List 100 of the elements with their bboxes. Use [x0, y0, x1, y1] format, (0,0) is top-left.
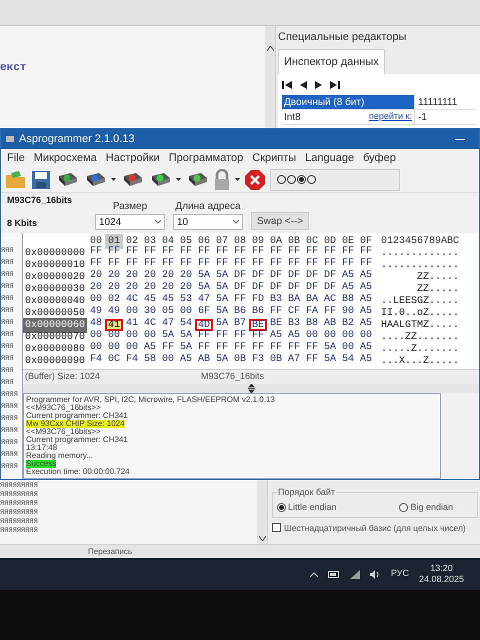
- byte-cell[interactable]: 5A: [195, 271, 213, 283]
- byte-cell[interactable]: FF: [249, 331, 267, 343]
- battery-icon[interactable]: [328, 570, 340, 578]
- byte-cell[interactable]: 20: [159, 283, 177, 295]
- byte-cell[interactable]: FF: [105, 259, 123, 271]
- byte-cell[interactable]: 00: [123, 343, 141, 355]
- byte-cell[interactable]: FF: [357, 247, 375, 259]
- swap-button[interactable]: Swap <-->: [251, 212, 310, 230]
- byte-cell[interactable]: FF: [213, 331, 231, 343]
- byte-cell[interactable]: 41: [105, 319, 123, 331]
- language-indicator[interactable]: РУС: [390, 567, 409, 581]
- byte-cell[interactable]: 53: [177, 295, 195, 307]
- byte-cell[interactable]: A5: [357, 283, 375, 295]
- speaker-icon[interactable]: [370, 570, 381, 578]
- byte-cell[interactable]: FF: [231, 331, 249, 343]
- byte-cell[interactable]: FF: [267, 343, 285, 355]
- address-cell[interactable]: 0x00000050: [23, 306, 87, 320]
- byte-cell[interactable]: FF: [213, 259, 231, 271]
- byte-cell[interactable]: FF: [195, 247, 213, 259]
- byte-cell[interactable]: 00: [357, 331, 375, 343]
- byte-cell[interactable]: BA: [303, 295, 321, 307]
- byte-cell[interactable]: 00: [177, 307, 195, 319]
- byte-cell[interactable]: 5A: [213, 355, 231, 367]
- byte-cell[interactable]: A5: [357, 295, 375, 307]
- byte-cell[interactable]: AB: [321, 319, 339, 331]
- byte-cell[interactable]: FF: [213, 343, 231, 355]
- byte-cell[interactable]: A5: [357, 343, 375, 355]
- byte-cell[interactable]: DF: [303, 283, 321, 295]
- caret-icon[interactable]: [176, 178, 181, 182]
- radio-button[interactable]: [277, 175, 286, 184]
- byte-cell[interactable]: FF: [285, 343, 303, 355]
- byte-cell[interactable]: 00: [105, 331, 123, 343]
- byte-cell[interactable]: FF: [249, 259, 267, 271]
- byte-cell[interactable]: BE: [249, 319, 267, 331]
- byte-cell[interactable]: 5A: [213, 295, 231, 307]
- byte-cell[interactable]: CF: [285, 307, 303, 319]
- byte-cell[interactable]: DF: [267, 271, 285, 283]
- byte-cell[interactable]: A5: [267, 331, 285, 343]
- address-cell[interactable]: 0x00000090: [23, 354, 87, 368]
- chevron-down-icon[interactable]: [233, 220, 239, 224]
- address-cell[interactable]: 0x00000060: [23, 318, 87, 332]
- byte-cell[interactable]: 45: [159, 295, 177, 307]
- byte-cell[interactable]: DF: [231, 283, 249, 295]
- byte-cell[interactable]: A5: [339, 283, 357, 295]
- byte-cell[interactable]: DF: [285, 283, 303, 295]
- byte-cell[interactable]: 02: [105, 295, 123, 307]
- byte-cell[interactable]: 00: [123, 307, 141, 319]
- byte-cell[interactable]: B3: [285, 319, 303, 331]
- byte-cell[interactable]: FF: [195, 331, 213, 343]
- byte-cell[interactable]: DF: [303, 271, 321, 283]
- byte-cell[interactable]: 90: [339, 307, 357, 319]
- byte-cell[interactable]: 5A: [213, 307, 231, 319]
- clock-time[interactable]: 13:20: [430, 563, 453, 574]
- byte-cell[interactable]: 0B: [231, 355, 249, 367]
- byte-cell[interactable]: 00: [87, 331, 105, 343]
- byte-cell[interactable]: 49: [87, 307, 105, 319]
- chevron-down-icon[interactable]: [155, 220, 161, 224]
- byte-cell[interactable]: DF: [249, 283, 267, 295]
- byte-cell[interactable]: FF: [87, 247, 105, 259]
- byte-cell[interactable]: 20: [105, 271, 123, 283]
- menu-item[interactable]: Программатор: [168, 150, 244, 166]
- byte-cell[interactable]: FF: [249, 247, 267, 259]
- byte-cell[interactable]: A5: [357, 355, 375, 367]
- byte-cell[interactable]: FF: [141, 247, 159, 259]
- byte-cell[interactable]: FF: [321, 307, 339, 319]
- radio-button[interactable]: [287, 175, 296, 184]
- radio-option[interactable]: Little endian: [277, 501, 337, 514]
- byte-cell[interactable]: 00: [141, 331, 159, 343]
- skip-forward-icon[interactable]: [330, 80, 340, 90]
- byte-cell[interactable]: 58: [141, 355, 159, 367]
- byte-cell[interactable]: AC: [321, 295, 339, 307]
- byte-cell[interactable]: 20: [87, 283, 105, 295]
- byte-cell[interactable]: FF: [87, 259, 105, 271]
- menu-item[interactable]: File: [7, 150, 25, 166]
- byte-cell[interactable]: A7: [285, 355, 303, 367]
- byte-cell[interactable]: 20: [123, 271, 141, 283]
- byte-cell[interactable]: B8: [339, 295, 357, 307]
- byte-cell[interactable]: A5: [357, 271, 375, 283]
- byte-cell[interactable]: DF: [321, 271, 339, 283]
- byte-cell[interactable]: FF: [123, 247, 141, 259]
- byte-cell[interactable]: A5: [357, 307, 375, 319]
- byte-cell[interactable]: 54: [339, 355, 357, 367]
- byte-cell[interactable]: FF: [267, 247, 285, 259]
- menu-item[interactable]: Скрипты: [252, 150, 296, 166]
- byte-cell[interactable]: FF: [267, 307, 285, 319]
- byte-cell[interactable]: 00: [123, 331, 141, 343]
- byte-cell[interactable]: AB: [195, 355, 213, 367]
- size-dropdown[interactable]: 1024: [95, 214, 165, 230]
- byte-cell[interactable]: 54: [177, 319, 195, 331]
- scroll-up-icon[interactable]: [266, 46, 274, 51]
- byte-cell[interactable]: 5A: [213, 319, 231, 331]
- byte-cell[interactable]: FF: [123, 259, 141, 271]
- byte-cell[interactable]: B6: [249, 307, 267, 319]
- byte-cell[interactable]: 00: [321, 331, 339, 343]
- address-cell[interactable]: 0x00000010: [23, 258, 87, 272]
- tab[interactable]: Инспектор данных: [278, 48, 385, 74]
- radio-option[interactable]: Big endian: [399, 501, 453, 514]
- inspector-row[interactable]: Int8 перейти к:: [282, 110, 414, 124]
- byte-cell[interactable]: 00: [303, 331, 321, 343]
- byte-cell[interactable]: FF: [303, 343, 321, 355]
